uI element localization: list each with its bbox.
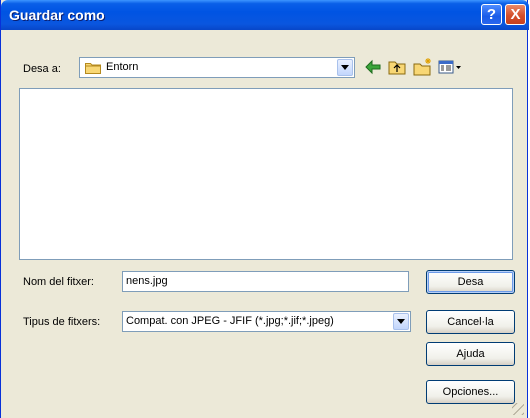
filetype-label: Tipus de fitxers:	[23, 316, 101, 328]
options-button[interactable]: Opciones...	[426, 380, 515, 404]
help-title-button[interactable]: ?	[481, 4, 502, 25]
cancel-button[interactable]: Cancel·la	[426, 310, 515, 334]
help-button[interactable]: Ajuda	[426, 342, 515, 366]
title-bar[interactable]: Guardar como ? X	[1, 0, 529, 30]
filetype-value: Compat. con JPEG - JFIF (*.jpg;*.jif;*.j…	[126, 315, 334, 327]
filename-input[interactable]: nens.jpg	[122, 271, 409, 292]
chevron-down-icon[interactable]	[393, 313, 409, 330]
close-button[interactable]: X	[505, 4, 526, 25]
resize-grip[interactable]	[512, 403, 524, 415]
file-list-pane[interactable]	[19, 88, 513, 260]
help-icon: ?	[486, 6, 497, 23]
up-folder-icon[interactable]	[387, 57, 407, 77]
folder-icon	[85, 61, 101, 77]
chevron-down-icon[interactable]	[337, 59, 353, 76]
save-in-dropdown[interactable]: Entorn	[79, 57, 355, 78]
back-arrow-icon[interactable]	[363, 57, 383, 77]
filename-label: Nom del fitxer:	[23, 276, 94, 288]
dialog-title: Guardar como	[9, 7, 105, 23]
current-folder-name: Entorn	[106, 61, 139, 73]
new-folder-icon[interactable]	[413, 57, 433, 77]
save-in-label: Desa a:	[23, 63, 61, 75]
close-icon: X	[510, 6, 521, 23]
view-menu-icon[interactable]	[437, 57, 463, 77]
filename-label-text: Nom del fitxer:	[23, 276, 94, 288]
filetype-dropdown[interactable]: Compat. con JPEG - JFIF (*.jpg;*.jif;*.j…	[122, 311, 411, 332]
save-button[interactable]: Desa	[426, 270, 515, 294]
save-as-dialog: Guardar como ? X Desa a: Entorn Nom del …	[0, 0, 529, 418]
